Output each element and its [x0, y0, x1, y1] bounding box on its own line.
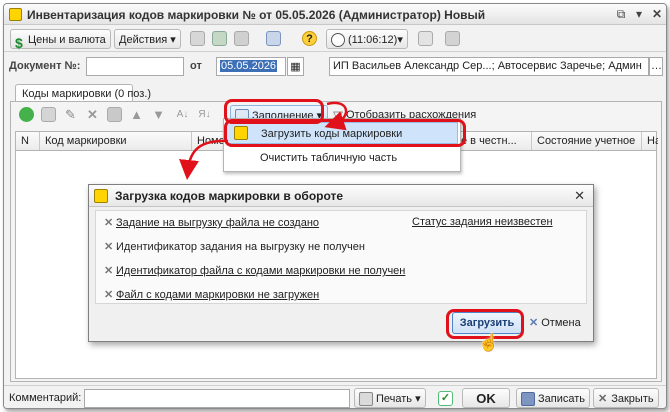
status-row-file-id: ✕ Идентификатор файла с кодами маркировки… — [104, 264, 405, 277]
based-on-icon[interactable] — [266, 31, 281, 46]
col-marking-code[interactable]: Код маркировки — [40, 132, 192, 150]
dialog-status-area: ✕ Задание на выгрузку файла не создано Ст… — [95, 210, 587, 304]
chevron-down-icon: ▾ — [170, 34, 176, 46]
document-icon — [9, 8, 22, 21]
dialog-title-bar: Загрузка кодов маркировки в обороте ✕ — [89, 185, 593, 207]
help-icon[interactable]: ? — [302, 31, 317, 46]
save-button[interactable]: Записать — [516, 388, 591, 408]
close-window-icon[interactable]: ✕ — [649, 7, 665, 22]
footer-bar: Комментарий: Печать ▾ ✓ OK Записать ✕ Зак… — [4, 385, 666, 408]
organization-field[interactable]: ИП Васильев Александр Сер...; Автосервис… — [329, 57, 649, 76]
calendar-icon[interactable]: ▦ — [287, 57, 304, 76]
document-date-value: 05.05.2026 — [220, 60, 278, 72]
task-status-link[interactable]: Статус задания неизвестен — [412, 216, 553, 228]
actions-button[interactable]: Действия ▾ — [114, 29, 181, 49]
status-file-link[interactable]: Файл с кодами маркировки не загружен — [116, 289, 319, 301]
col-accounting-state[interactable]: Состояние учетное — [532, 132, 642, 150]
save-row-icon[interactable] — [107, 107, 122, 122]
clock-icon — [331, 33, 345, 48]
document-number-field[interactable] — [86, 57, 184, 76]
save-label: Записать — [538, 393, 586, 405]
dialog-close-icon[interactable]: ✕ — [574, 188, 585, 204]
document-date-field[interactable]: 05.05.2026 — [216, 57, 286, 76]
highlight-load-menu-item — [224, 119, 466, 147]
journal-icon[interactable] — [445, 31, 460, 46]
menu-item-clear-table[interactable]: Очистить табличную часть — [226, 147, 458, 169]
print-chevron-icon: ▾ — [415, 393, 421, 405]
prices-currency-label: Цены и валюта — [28, 34, 106, 46]
comment-field[interactable] — [84, 389, 350, 408]
print-button[interactable]: Печать ▾ — [354, 388, 426, 408]
table-icon[interactable] — [190, 31, 205, 46]
structure-icon[interactable] — [418, 31, 433, 46]
sort-desc-icon[interactable]: Я↓ — [197, 107, 212, 122]
col-n[interactable]: N — [16, 132, 40, 150]
window-title: Инвентаризация кодов маркировки № от 05.… — [27, 8, 486, 22]
copy-row-icon[interactable] — [41, 107, 56, 122]
edit-icon[interactable]: ✎ — [63, 107, 78, 122]
status-row-file: ✕ Файл с кодами маркировки не загружен — [104, 288, 319, 301]
post-icon[interactable] — [212, 31, 227, 46]
status-file-id-link[interactable]: Идентификатор файла с кодами маркировки … — [116, 265, 405, 277]
status-task-link[interactable]: Задание на выгрузку файла не создано — [116, 217, 319, 229]
date-label: от — [190, 60, 202, 72]
col-honest-sign[interactable]: е в честн... — [456, 132, 532, 150]
floppy-icon — [521, 392, 535, 407]
delete-icon[interactable]: ✕ — [85, 107, 100, 122]
time-chevron-icon: ▾ — [397, 34, 403, 46]
move-up-icon[interactable]: ▲ — [129, 107, 144, 122]
cancel-button[interactable]: ✕ Отмена — [529, 316, 581, 329]
add-icon[interactable] — [19, 107, 34, 122]
title-bar: Инвентаризация кодов маркировки № от 05.… — [4, 4, 666, 25]
cross-icon: ✕ — [104, 289, 114, 301]
tab-marking-codes[interactable]: Коды маркировки (0 поз.) — [15, 84, 151, 102]
dialog-icon — [94, 189, 108, 203]
document-number-label: Документ №: — [9, 60, 81, 72]
sort-asc-icon[interactable]: A↓ — [175, 107, 190, 122]
prices-currency-button[interactable]: $ Цены и валюта — [10, 29, 111, 52]
status-task-id-text: Идентификатор задания на выгрузку не пол… — [116, 241, 365, 253]
dialog-title: Загрузка кодов маркировки в обороте — [115, 189, 344, 203]
cross-icon: ✕ — [104, 265, 114, 277]
close-x-icon: ✕ — [598, 393, 608, 405]
col-extra[interactable]: На — [642, 132, 658, 150]
cancel-label: Отмена — [541, 317, 581, 329]
document-header-row: Документ №: от 05.05.2026 ▦ ИП Васильев … — [4, 54, 666, 80]
unpost-icon[interactable] — [234, 31, 249, 46]
post-check-icon[interactable]: ✓ — [438, 391, 453, 406]
status-row-task-id: ✕ Идентификатор задания на выгрузку не по… — [104, 240, 365, 253]
close-button[interactable]: ✕ Закрыть — [593, 388, 659, 408]
ok-button[interactable]: OK — [462, 388, 510, 408]
actions-label: Действия — [119, 34, 168, 46]
status-row-task: ✕ Задание на выгрузку файла не создано — [104, 216, 319, 229]
cross-icon: ✕ — [104, 241, 114, 253]
window-menu-icon[interactable]: ▾ — [631, 7, 647, 22]
cross-icon: ✕ — [104, 217, 114, 229]
print-label: Печать — [376, 393, 413, 405]
organization-select-button[interactable]: … — [649, 57, 663, 76]
time-button[interactable]: (11:06:12)▾ — [326, 29, 408, 49]
cancel-x-icon: ✕ — [529, 317, 539, 329]
menu-item-clear-table-label: Очистить табличную часть — [260, 152, 398, 164]
dollar-icon: $ — [15, 35, 23, 52]
printer-icon — [359, 392, 373, 407]
time-label: (11:06:12) — [348, 34, 398, 46]
comment-label: Комментарий: — [9, 392, 82, 404]
main-toolbar: $ Цены и валюта Действия ▾ ? (11:06:12)▾ — [4, 26, 666, 52]
copy-window-icon[interactable]: ⧉ — [613, 7, 629, 22]
hand-cursor-icon: ☝ — [478, 333, 500, 352]
close-label: Закрыть — [611, 393, 654, 405]
move-down-icon[interactable]: ▼ — [151, 107, 166, 122]
